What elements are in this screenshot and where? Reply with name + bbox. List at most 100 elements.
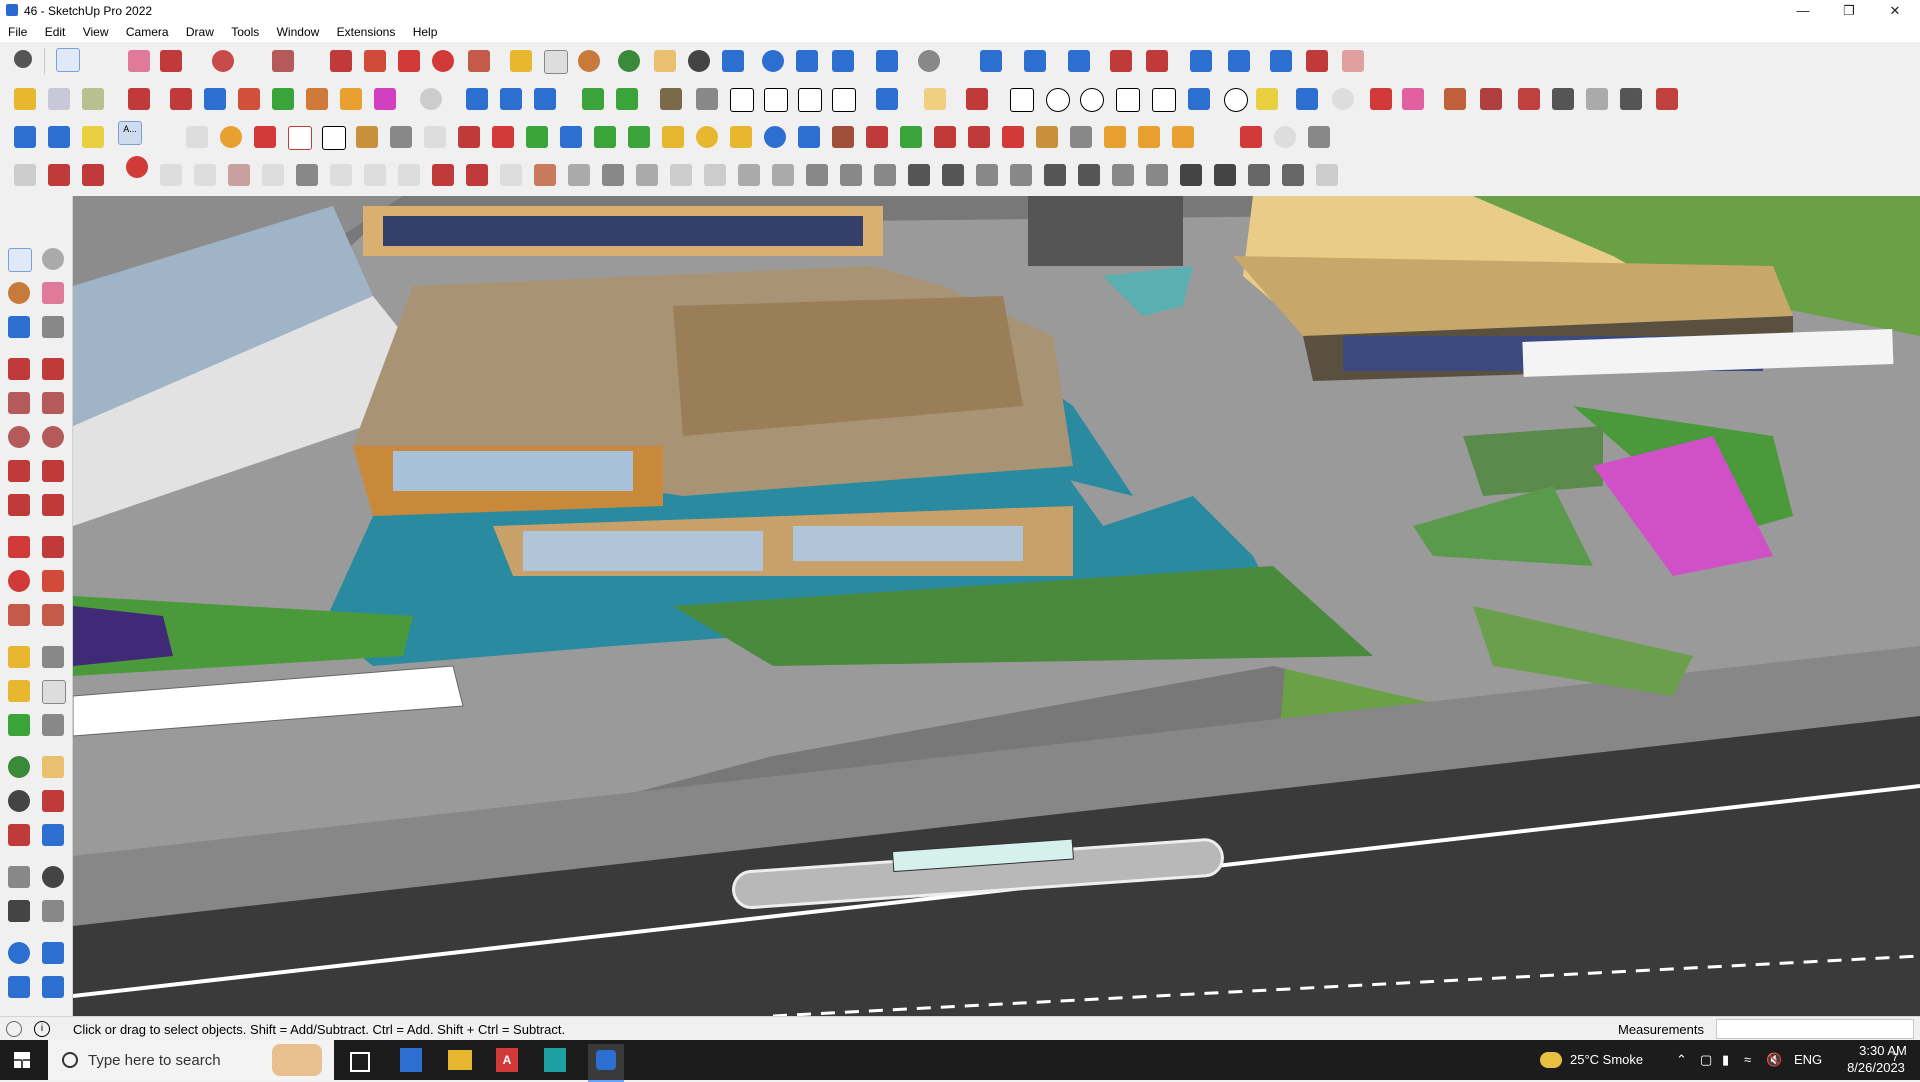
house-alt-icon[interactable] bbox=[798, 88, 822, 112]
section-blue-icon[interactable] bbox=[466, 88, 488, 110]
hook-red-icon[interactable] bbox=[466, 164, 488, 186]
close-button[interactable]: ✕ bbox=[1872, 0, 1918, 22]
offset-left-icon[interactable] bbox=[42, 604, 64, 626]
tag-icon[interactable] bbox=[924, 88, 946, 110]
extrude-magenta-icon[interactable] bbox=[374, 88, 396, 110]
curve-icon[interactable] bbox=[1274, 126, 1296, 148]
pencil-red-icon[interactable] bbox=[966, 88, 988, 110]
extrude-green-icon[interactable] bbox=[272, 88, 294, 110]
branch3-icon[interactable] bbox=[874, 164, 896, 186]
iso-view-icon[interactable] bbox=[14, 88, 36, 110]
front-view-icon[interactable] bbox=[82, 88, 104, 110]
spiral-icon[interactable] bbox=[1332, 88, 1354, 110]
parallelogram-icon[interactable] bbox=[1152, 88, 1176, 112]
share-model-icon[interactable] bbox=[796, 50, 818, 72]
scale-left-icon[interactable] bbox=[8, 604, 30, 626]
3dsmax-icon[interactable] bbox=[544, 1048, 566, 1072]
plugin-icon[interactable] bbox=[1342, 50, 1364, 72]
lasso-select-icon[interactable] bbox=[42, 248, 64, 270]
corner-icon[interactable] bbox=[364, 164, 386, 186]
bag-icon[interactable] bbox=[1586, 88, 1608, 110]
line-cut-icon[interactable] bbox=[432, 164, 454, 186]
weather-icon[interactable] bbox=[1540, 1052, 1562, 1068]
knot-icon[interactable] bbox=[730, 126, 752, 148]
stairs-icon[interactable] bbox=[738, 164, 760, 186]
fold2-icon[interactable] bbox=[704, 164, 726, 186]
pan-left-icon[interactable] bbox=[42, 756, 64, 778]
red-gem-icon[interactable] bbox=[1002, 126, 1024, 148]
path-icon[interactable] bbox=[14, 164, 36, 186]
file-explorer-icon[interactable] bbox=[448, 1050, 472, 1070]
zoom-left-icon[interactable] bbox=[8, 790, 30, 812]
info-icon[interactable]: i bbox=[34, 1021, 50, 1037]
chain-icon[interactable] bbox=[390, 126, 412, 148]
bowl-icon[interactable] bbox=[262, 164, 284, 186]
meet-now-icon[interactable]: ▢ bbox=[1700, 1052, 1712, 1068]
red-line-icon[interactable] bbox=[1370, 88, 1392, 110]
table-icon[interactable] bbox=[288, 126, 312, 150]
clock-date[interactable]: 8/26/2023 bbox=[1836, 1060, 1916, 1075]
eraser-left-icon[interactable] bbox=[42, 282, 64, 304]
shape-icon[interactable] bbox=[1444, 88, 1466, 110]
mesh-icon[interactable] bbox=[500, 164, 522, 186]
move-icon[interactable] bbox=[398, 50, 420, 72]
cube-grey-icon[interactable] bbox=[1070, 126, 1092, 148]
grid-orange3-icon[interactable] bbox=[1172, 126, 1194, 148]
shape-outline2-icon[interactable] bbox=[194, 164, 216, 186]
sketchup-taskbar-button[interactable] bbox=[588, 1044, 624, 1082]
flip-alt-icon[interactable] bbox=[1146, 50, 1168, 72]
top-view-icon[interactable] bbox=[48, 88, 70, 110]
hook-icon[interactable] bbox=[424, 126, 446, 148]
text-left-icon[interactable] bbox=[42, 680, 66, 704]
rotate-icon[interactable] bbox=[432, 50, 454, 72]
circle-icon[interactable] bbox=[1046, 88, 1070, 112]
pattern-icon[interactable] bbox=[1044, 164, 1066, 186]
pattern6-icon[interactable] bbox=[1282, 164, 1304, 186]
soften-icon[interactable] bbox=[420, 88, 442, 110]
pattern3-icon[interactable] bbox=[1112, 164, 1134, 186]
box-icon[interactable] bbox=[696, 88, 718, 110]
undo-icon[interactable] bbox=[1270, 50, 1292, 72]
paint-icon[interactable] bbox=[8, 282, 30, 304]
minimize-button[interactable]: — bbox=[1780, 0, 1826, 22]
model-viewport[interactable] bbox=[73, 196, 1920, 1016]
fold-icon[interactable] bbox=[670, 164, 692, 186]
paint-blue-icon[interactable] bbox=[14, 126, 36, 148]
component-left-icon[interactable] bbox=[8, 316, 30, 338]
paint-bucket-icon[interactable] bbox=[578, 50, 600, 72]
weather-text[interactable]: 25°C Smoke bbox=[1570, 1052, 1643, 1067]
freehand-left-icon[interactable] bbox=[42, 358, 64, 380]
select-tool-icon[interactable] bbox=[56, 48, 80, 72]
extrude-red-icon[interactable] bbox=[170, 88, 192, 110]
building-icon[interactable] bbox=[660, 88, 682, 110]
move-face-icon[interactable] bbox=[128, 88, 150, 110]
zoom-extents-icon[interactable] bbox=[722, 50, 744, 72]
component-alt-icon[interactable] bbox=[968, 126, 990, 148]
cone-green-icon[interactable] bbox=[594, 126, 616, 148]
extrude-blue-icon[interactable] bbox=[204, 88, 226, 110]
menu-tools[interactable]: Tools bbox=[223, 22, 265, 39]
look-around-icon[interactable] bbox=[42, 866, 64, 888]
square-icon[interactable] bbox=[1010, 88, 1034, 112]
gem-icon[interactable] bbox=[1518, 88, 1540, 110]
clock-time[interactable]: 3:30 AM bbox=[1848, 1043, 1918, 1058]
menu-camera[interactable]: Camera bbox=[118, 22, 175, 39]
push-pull-icon[interactable] bbox=[330, 50, 352, 72]
cone-alt-icon[interactable] bbox=[628, 126, 650, 148]
zoom-window-left-icon[interactable] bbox=[42, 790, 64, 812]
flip-icon[interactable] bbox=[1110, 50, 1132, 72]
polygon-icon[interactable] bbox=[1116, 88, 1140, 112]
pattern5-icon[interactable] bbox=[1248, 164, 1270, 186]
tape-left-icon[interactable] bbox=[8, 646, 30, 668]
house-icon[interactable] bbox=[730, 88, 754, 112]
protractor-left-icon[interactable] bbox=[8, 680, 30, 702]
3dtext-left-icon[interactable] bbox=[42, 714, 64, 736]
windows-start-icon[interactable] bbox=[14, 1052, 30, 1068]
orbit-left-icon[interactable] bbox=[8, 756, 30, 778]
grid-orange-icon[interactable] bbox=[1104, 126, 1126, 148]
axes-left-icon[interactable] bbox=[8, 714, 30, 736]
spring-icon[interactable] bbox=[228, 164, 250, 186]
extension-warehouse-icon[interactable] bbox=[832, 50, 854, 72]
group-green-icon[interactable] bbox=[900, 126, 922, 148]
corner2-icon[interactable] bbox=[398, 164, 420, 186]
